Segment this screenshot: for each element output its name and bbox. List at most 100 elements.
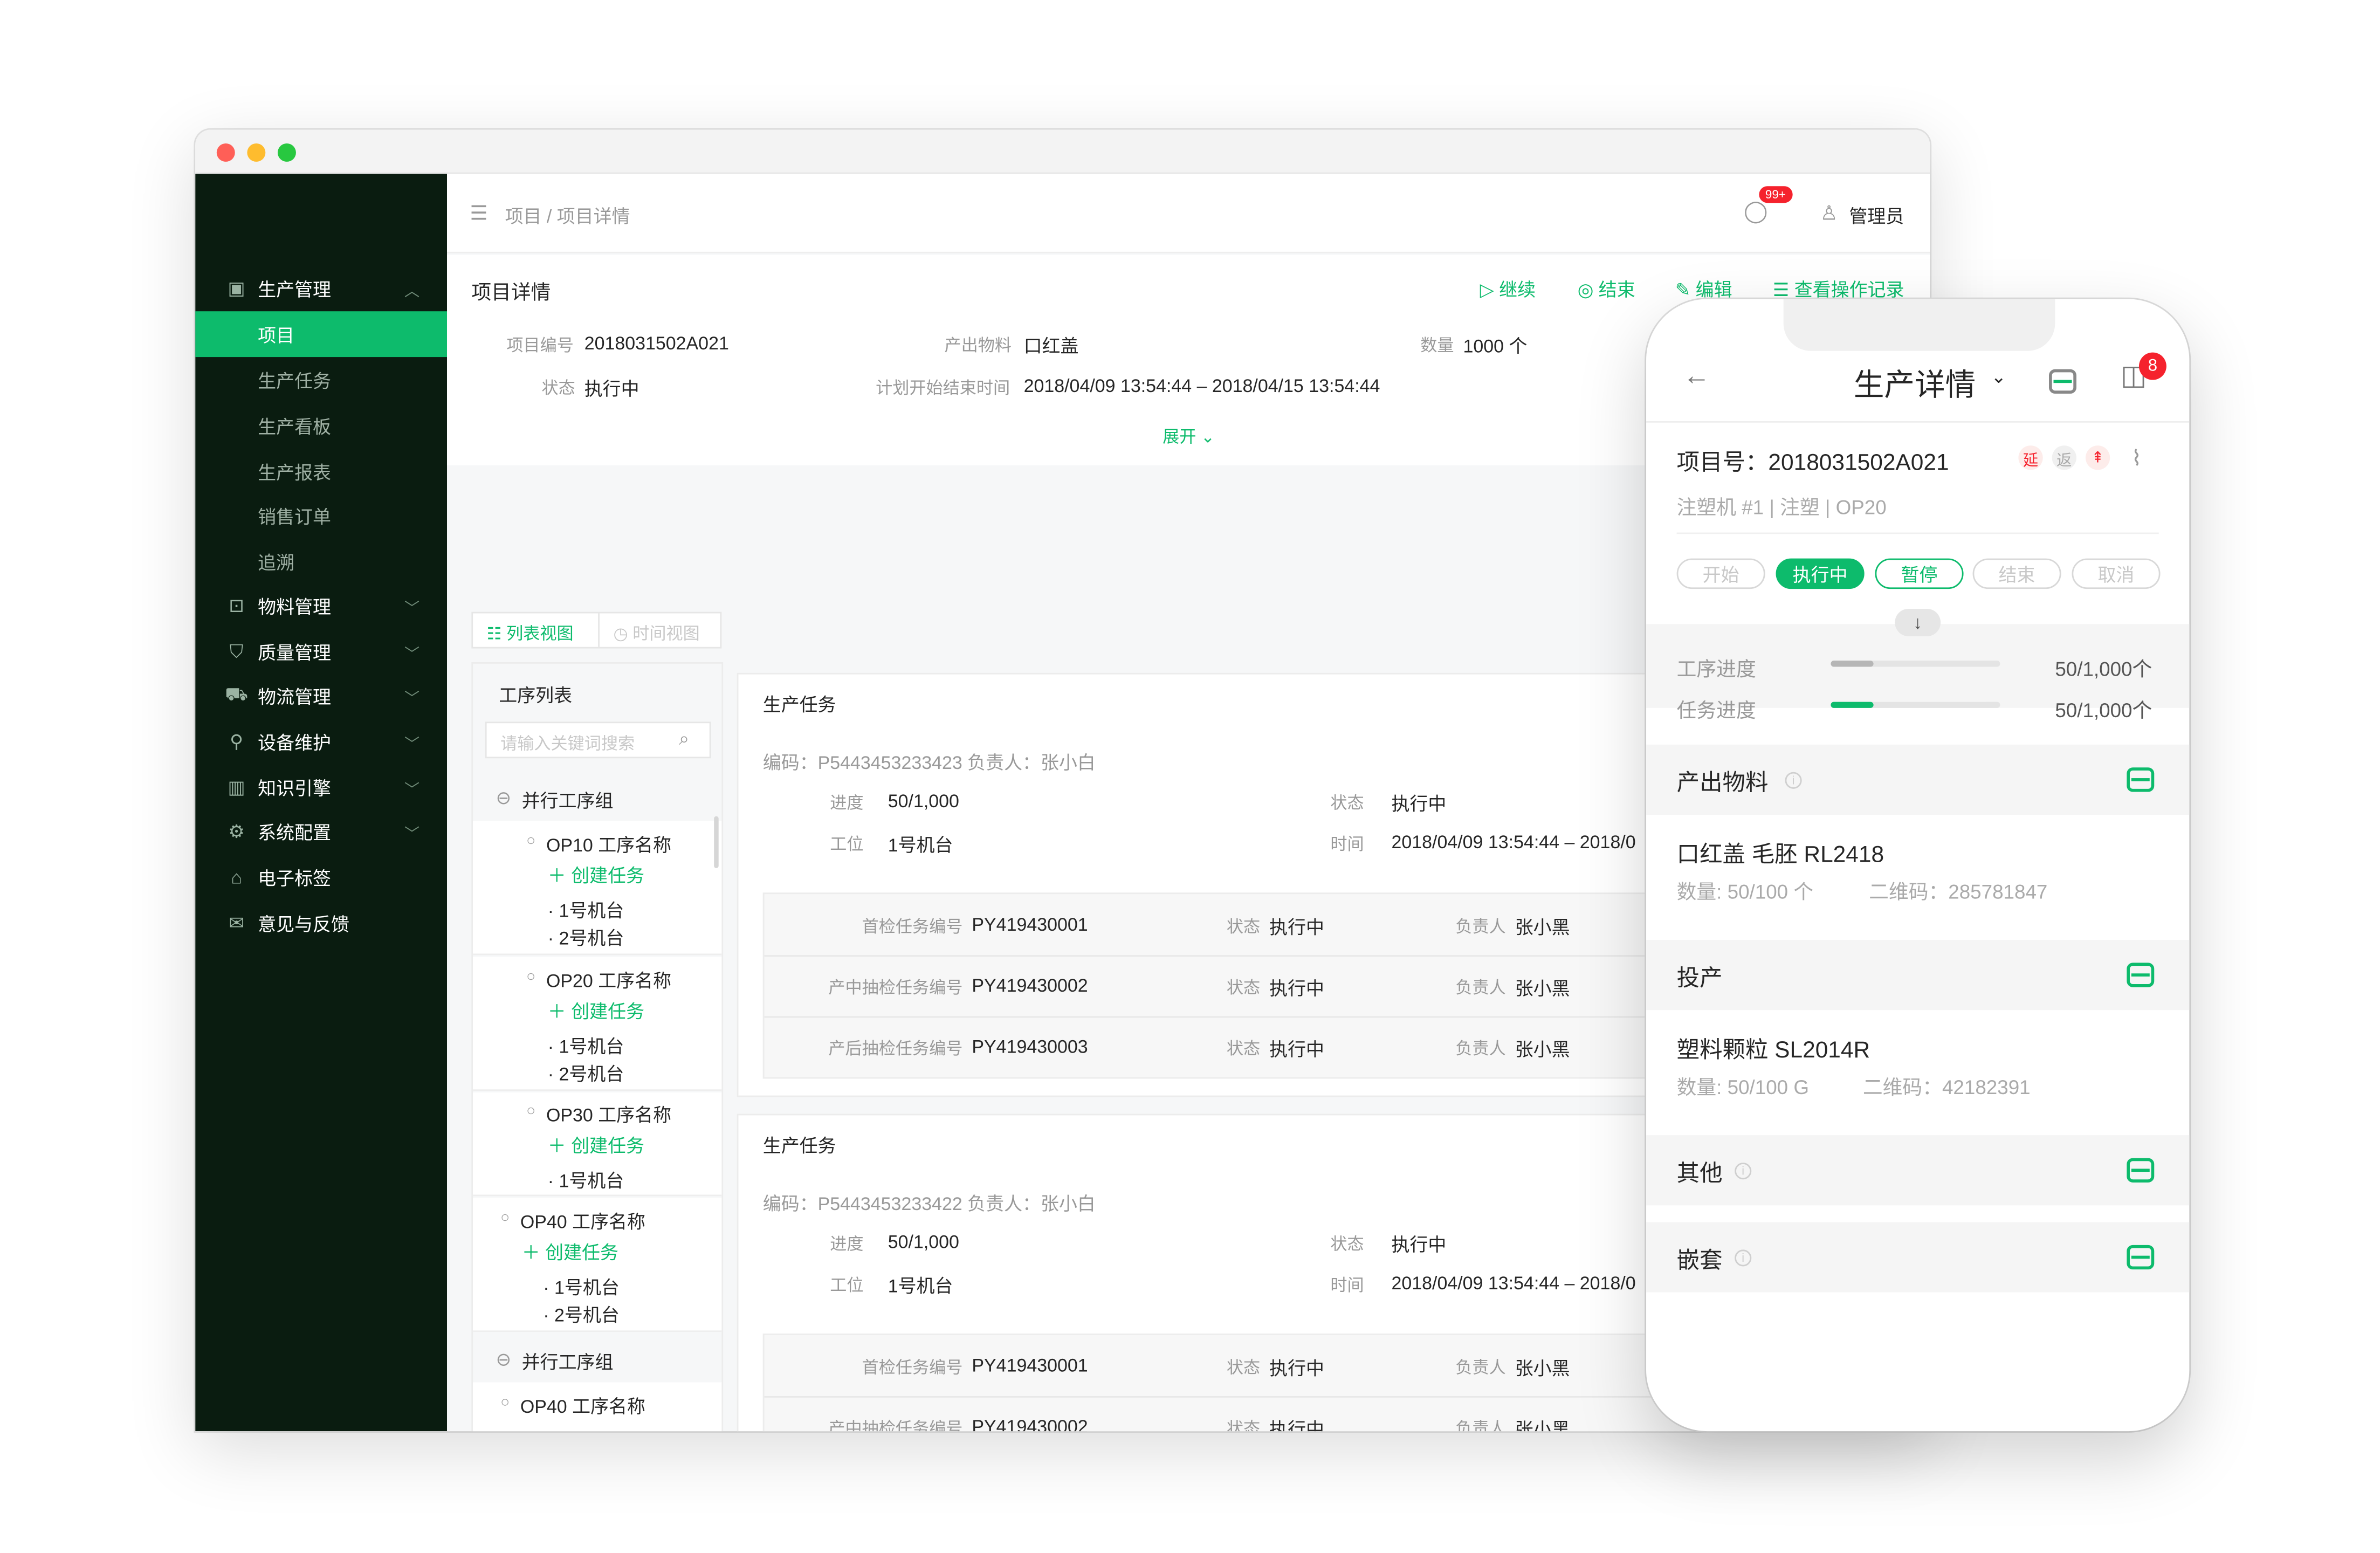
create-task-button[interactable]: ＋ 创建任务 xyxy=(548,1132,644,1158)
attachment-icon[interactable]: ⌇ xyxy=(2131,445,2142,471)
row-label: 状态 xyxy=(1226,1420,1261,1432)
row-label: 负责人 xyxy=(1455,1040,1506,1059)
nav-sub-project[interactable]: 项目 xyxy=(195,311,448,358)
info-icon[interactable]: i xyxy=(1735,1249,1752,1267)
view-log-button[interactable]: ☰ 查看操作记录 xyxy=(1773,276,1904,302)
nav-material[interactable]: ⊡ 物料管理 ﹀ xyxy=(195,583,447,629)
process-group[interactable]: 并行工序组 xyxy=(522,1349,614,1375)
tab-time-view[interactable]: ◷ 时间视图 xyxy=(613,621,699,645)
row-label: 负责人 xyxy=(1455,979,1506,998)
process-name[interactable]: OP30 工序名称 xyxy=(546,1102,671,1128)
task-progress-track xyxy=(1831,702,2000,708)
close-window-button[interactable] xyxy=(216,143,235,162)
inspection-owner: 张小黑 xyxy=(1515,978,1570,1000)
nav-sub-task[interactable]: 生产任务 xyxy=(195,357,447,403)
process-name[interactable]: OP40 工序名称 xyxy=(520,1208,645,1234)
end-button[interactable]: ◎ 结束 xyxy=(1578,276,1635,302)
task-title: 生产任务 xyxy=(762,1135,836,1157)
tab-list-view[interactable]: ☷ 列表视图 xyxy=(487,621,574,645)
scan-icon[interactable] xyxy=(2127,767,2155,792)
user-name[interactable]: 管理员 xyxy=(1849,203,1904,229)
nav-feedback[interactable]: ✉ 意见与反馈 xyxy=(195,900,447,946)
row-label: 首检任务编号 xyxy=(862,1359,963,1378)
window-titlebar xyxy=(195,129,1930,174)
machine-item[interactable]: · 1号机台 xyxy=(543,1274,620,1300)
edit-button[interactable]: ✎ 编辑 xyxy=(1675,276,1732,302)
scrollbar-thumb[interactable] xyxy=(714,816,719,868)
state-cancel[interactable]: 取消 xyxy=(2072,558,2161,589)
row-label: 负责人 xyxy=(1455,1420,1506,1432)
nav-sub-trace[interactable]: 追溯 xyxy=(195,539,447,585)
radio-icon: ○ xyxy=(500,1394,510,1412)
progress-label: 任务进度 xyxy=(1676,698,1756,722)
process-group[interactable]: 并行工序组 xyxy=(522,787,614,813)
nav-logistics[interactable]: ⛟ 物流管理 ﹀ xyxy=(195,673,447,719)
nav-sub-orders[interactable]: 销售订单 xyxy=(195,493,447,539)
expand-label: 展开 xyxy=(1163,429,1196,448)
process-name[interactable]: OP40 工序名称 xyxy=(520,1393,645,1419)
process-search-input[interactable]: 请输入关键词搜索 ⌕ xyxy=(485,721,711,759)
chevron-down-icon[interactable]: ⌄ xyxy=(1991,366,2006,388)
nav-quality[interactable]: ⛉ 质量管理 ﹀ xyxy=(195,629,447,675)
search-placeholder: 请输入关键词搜索 xyxy=(500,735,635,754)
machine-item[interactable]: · 2号机台 xyxy=(543,1302,620,1328)
chevron-down-icon: ﹀ xyxy=(404,646,420,663)
state-end[interactable]: 结束 xyxy=(1972,558,2061,589)
machine-item[interactable]: · 1号机台 xyxy=(548,1033,624,1059)
scan-icon[interactable] xyxy=(2127,963,2155,987)
info-icon[interactable]: i xyxy=(1785,772,1802,789)
collapse-icon[interactable]: ⊖ xyxy=(496,787,511,809)
machine-item[interactable]: · 2号机台 xyxy=(548,925,624,951)
nav-sub-report[interactable]: 生产报表 xyxy=(195,449,447,494)
nav-label: 设备维护 xyxy=(258,731,332,753)
nav-sub-board[interactable]: 生产看板 xyxy=(195,403,447,449)
state-start[interactable]: 开始 xyxy=(1676,558,1765,589)
create-task-label: 创建任务 xyxy=(571,1001,645,1022)
task-progress: 50/1,000 xyxy=(888,1231,959,1253)
inspection-code: PY419430001 xyxy=(972,913,1088,936)
nav-label: 物料管理 xyxy=(258,595,332,617)
expand-down-icon[interactable]: ↓ xyxy=(1895,608,1941,636)
other-header: 其他 i xyxy=(1646,1135,2190,1206)
minimize-window-button[interactable] xyxy=(247,143,266,162)
machine-item[interactable]: · 1号机台 xyxy=(548,897,624,923)
create-task-button[interactable]: ＋ 创建任务 xyxy=(548,862,644,888)
state-running[interactable]: 执行中 xyxy=(1776,558,1865,589)
nav-tags[interactable]: ⌂ 电子标签 xyxy=(195,855,447,901)
edit-label: 编辑 xyxy=(1695,279,1732,301)
process-name[interactable]: OP20 工序名称 xyxy=(546,967,671,993)
progress-value: 50/1,000个 xyxy=(2055,657,2152,681)
collapse-icon[interactable]: ⊖ xyxy=(496,1349,511,1370)
back-arrow-icon[interactable]: ← xyxy=(1683,360,1710,392)
task-station: 1号机台 xyxy=(888,1275,953,1297)
scan-icon[interactable] xyxy=(2127,1245,2155,1270)
nav-equipment[interactable]: ⚲ 设备维护 ﹀ xyxy=(195,719,447,765)
search-icon[interactable]: ⌕ xyxy=(679,728,689,751)
nav-settings[interactable]: ⚙ 系统配置 ﹀ xyxy=(195,809,447,855)
nav-production[interactable]: ▣ 生产管理 ︿ xyxy=(195,265,447,311)
create-task-button[interactable]: ＋ 创建任务 xyxy=(522,1239,618,1265)
mobile-nav-title[interactable]: 生产详情 xyxy=(1854,360,1976,404)
mobile-machine-info: 注塑机 #1 | 注塑 | OP20 xyxy=(1676,496,1887,519)
create-task-button[interactable]: ＋ 创建任务 xyxy=(548,998,644,1023)
process-name[interactable]: OP10 工序名称 xyxy=(546,832,671,857)
state-pause[interactable]: 暂停 xyxy=(1875,558,1964,589)
maximize-window-button[interactable] xyxy=(277,143,296,162)
scan-icon[interactable] xyxy=(2049,369,2076,394)
tab-label: 列表视图 xyxy=(506,626,574,644)
user-icon: ♙ xyxy=(1820,201,1838,224)
tag-icon: ⌂ xyxy=(231,867,242,888)
continue-button[interactable]: ▷ 继续 xyxy=(1480,276,1536,302)
input-header: 投产 xyxy=(1646,939,2190,1011)
machine-item[interactable]: · 1号机台 xyxy=(548,1167,624,1193)
menu-fold-icon[interactable]: ☰ xyxy=(470,201,487,225)
inspection-owner: 张小黑 xyxy=(1515,1419,1570,1432)
machine-item[interactable]: · 2号机台 xyxy=(548,1061,624,1087)
info-icon[interactable]: i xyxy=(1735,1163,1752,1180)
nav-knowledge[interactable]: ▥ 知识引擎 ﹀ xyxy=(195,765,447,810)
scan-icon[interactable] xyxy=(2127,1158,2155,1183)
breadcrumb[interactable]: 项目 / 项目详情 xyxy=(505,203,630,229)
field-label: 时间 xyxy=(1330,836,1364,855)
row-label: 产中抽检任务编号 xyxy=(828,1420,963,1432)
expand-link[interactable]: 展开 ⌄ xyxy=(1163,424,1215,449)
